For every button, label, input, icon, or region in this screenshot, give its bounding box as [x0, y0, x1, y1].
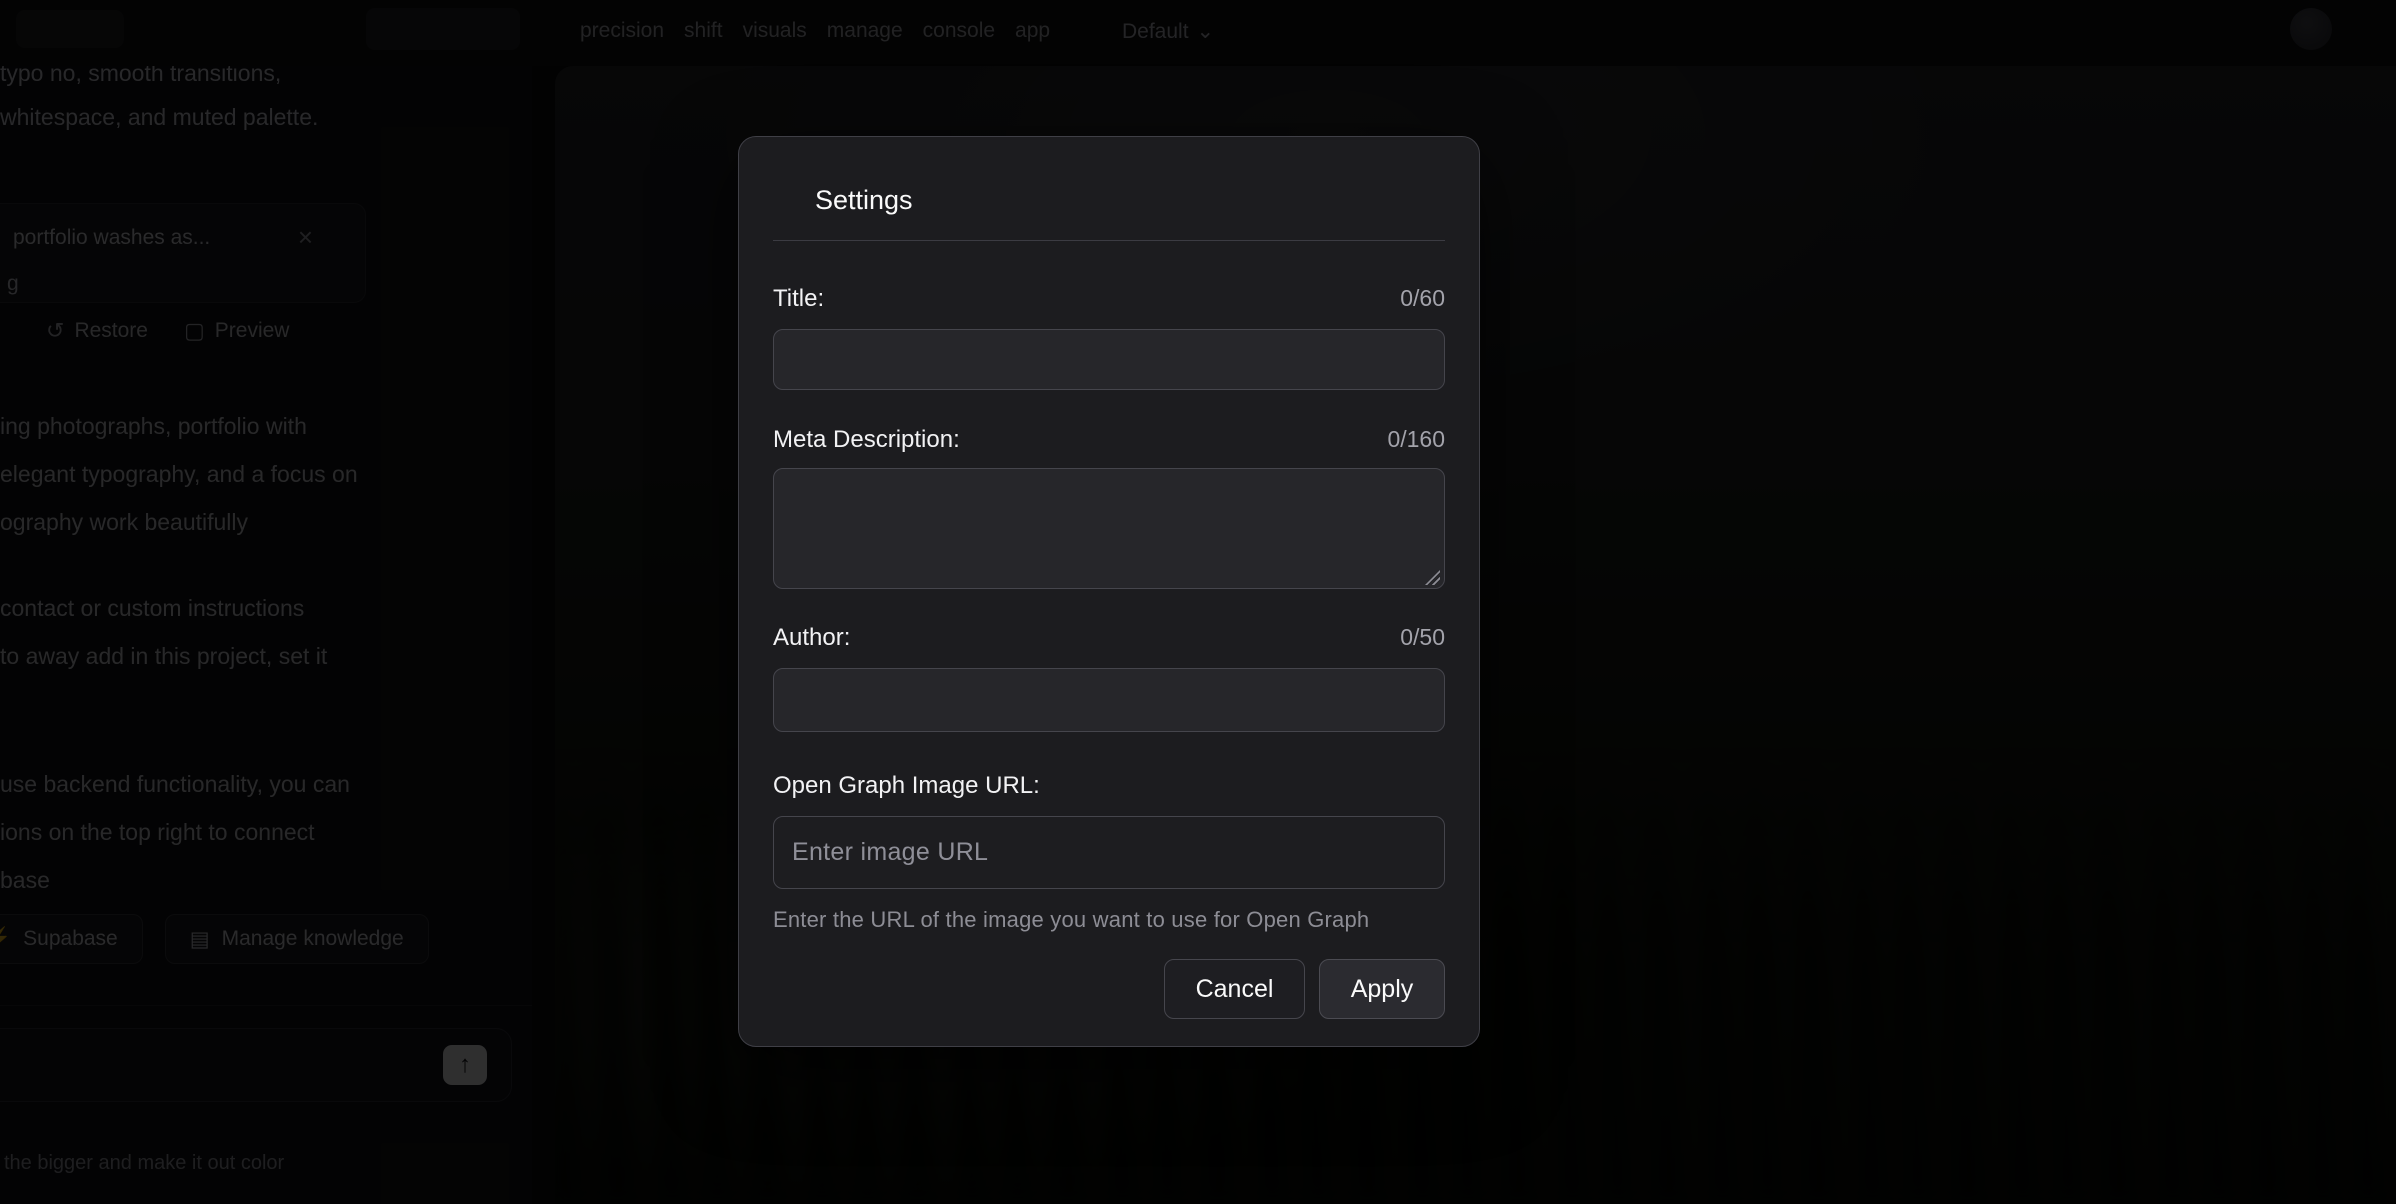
meta-description-field-header: Meta Description: 0/160: [773, 426, 1445, 454]
author-counter: 0/50: [1400, 624, 1445, 651]
dialog-actions: Cancel Apply: [773, 959, 1445, 1019]
screen: precision shift visuals manage console a…: [0, 0, 2396, 1204]
meta-description-label: Meta Description:: [773, 426, 960, 454]
apply-button[interactable]: Apply: [1319, 959, 1445, 1019]
title-label: Title:: [773, 285, 824, 313]
title-input[interactable]: [773, 329, 1445, 390]
cancel-button[interactable]: Cancel: [1164, 959, 1305, 1019]
meta-description-counter: 0/160: [1387, 426, 1445, 453]
dialog-divider: [773, 240, 1445, 241]
og-image-helper-text: Enter the URL of the image you want to u…: [773, 907, 1445, 933]
meta-description-textarea[interactable]: [773, 468, 1445, 589]
settings-dialog: Settings Title: 0/60 Meta Description: 0…: [738, 136, 1480, 1047]
og-image-field-header: Open Graph Image URL:: [773, 772, 1445, 800]
author-field-header: Author: 0/50: [773, 624, 1445, 652]
title-field-header: Title: 0/60: [773, 285, 1445, 313]
author-label: Author:: [773, 624, 850, 652]
dialog-title: Settings: [815, 185, 1445, 216]
author-input[interactable]: [773, 668, 1445, 732]
title-counter: 0/60: [1400, 285, 1445, 312]
og-image-url-label: Open Graph Image URL:: [773, 772, 1040, 800]
og-image-url-input[interactable]: [773, 816, 1445, 889]
